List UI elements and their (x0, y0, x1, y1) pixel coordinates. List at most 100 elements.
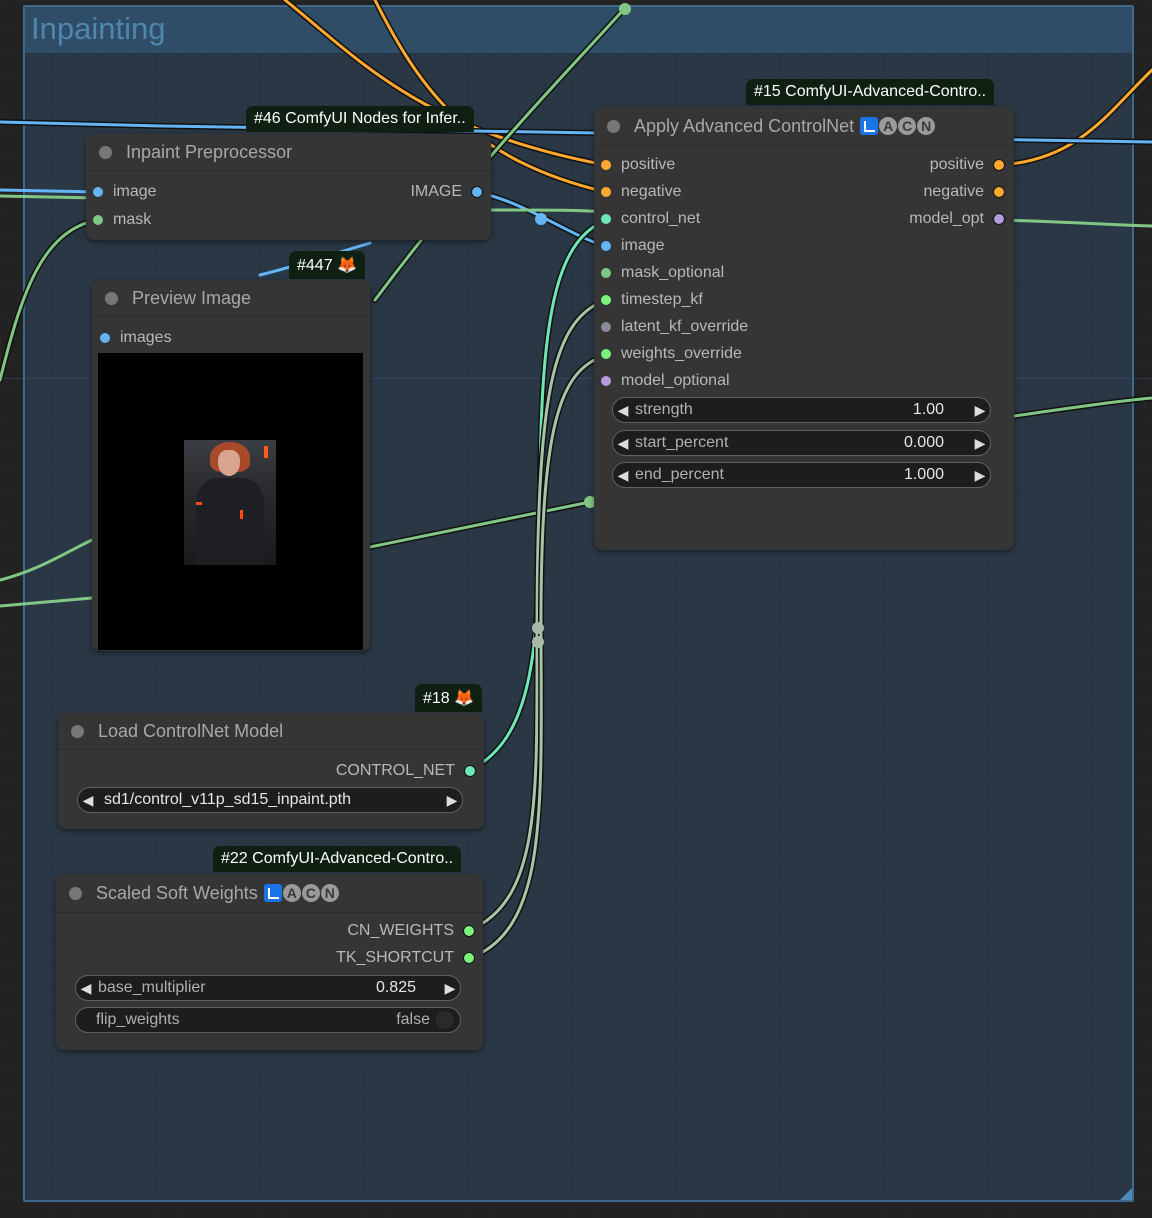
collapse-dot[interactable] (99, 145, 112, 159)
output-slot-negative[interactable]: negative (923, 183, 1005, 201)
slot-label: positive (621, 156, 676, 173)
slot-label: mask (113, 211, 152, 228)
slot-dot[interactable] (601, 322, 611, 332)
widget-value[interactable]: 1.000 (904, 466, 970, 484)
decrement-arrow-icon[interactable]: ◀ (613, 435, 633, 452)
widget-value[interactable]: 0.000 (904, 434, 970, 452)
tag-c-icon: C (898, 117, 917, 135)
custom-node-icon (263, 884, 282, 902)
slot-dot[interactable] (93, 215, 103, 225)
input-slot-latent-kf-override[interactable]: latent_kf_override (601, 318, 748, 336)
widget-base-multiplier[interactable]: ◀ base_multiplier 0.825 ▶ (75, 975, 461, 1001)
widget-start-percent[interactable]: ◀ start_percent 0.000 ▶ (612, 430, 991, 456)
input-slot-mask[interactable]: mask (93, 211, 151, 229)
collapse-dot[interactable] (105, 291, 118, 305)
node-title-bar[interactable]: Scaled Soft Weights A C N (56, 874, 483, 913)
widget-value[interactable]: 0.825 (376, 979, 440, 997)
slot-dot[interactable] (463, 925, 475, 937)
output-slot-control-net[interactable]: CONTROL_NET (336, 762, 476, 780)
slot-dot[interactable] (463, 952, 475, 964)
slot-dot[interactable] (464, 765, 476, 777)
output-slot-image[interactable]: IMAGE (410, 183, 483, 201)
widget-control-net-name[interactable]: ◀ sd1/control_v11p_sd15_inpaint.pth ▶ (77, 787, 463, 813)
slot-dot[interactable] (601, 295, 611, 305)
increment-arrow-icon[interactable]: ▶ (970, 402, 990, 419)
input-slot-images[interactable]: images (100, 329, 172, 347)
preview-thumbnail[interactable] (184, 440, 276, 565)
input-slot-image[interactable]: image (601, 237, 665, 255)
slot-label: control_net (621, 210, 701, 227)
slot-dot[interactable] (471, 186, 483, 198)
slot-dot[interactable] (601, 268, 611, 278)
slot-dot[interactable] (93, 187, 103, 197)
widget-value[interactable]: 1.00 (913, 401, 970, 419)
slot-dot[interactable] (993, 213, 1005, 225)
node-title: Preview Image (132, 287, 252, 308)
slot-dot[interactable] (601, 349, 611, 359)
decrement-arrow-icon[interactable]: ◀ (613, 467, 633, 484)
group-header[interactable]: Inpainting (25, 7, 1132, 53)
input-slot-positive[interactable]: positive (601, 156, 675, 174)
input-slot-weights-override[interactable]: weights_override (601, 345, 742, 363)
tag-a-icon: A (879, 117, 898, 135)
node-title: Scaled Soft Weights (96, 882, 258, 903)
decrement-arrow-icon[interactable]: ◀ (78, 792, 98, 809)
widget-value[interactable]: sd1/control_v11p_sd15_inpaint.pth (98, 791, 442, 809)
input-slot-mask-optional[interactable]: mask_optional (601, 264, 724, 282)
increment-arrow-icon[interactable]: ▶ (440, 980, 460, 997)
input-slot-image[interactable]: image (93, 183, 157, 201)
node-apply-advanced-controlnet[interactable]: Apply Advanced ControlNet A C N positive… (594, 107, 1014, 550)
decrement-arrow-icon[interactable]: ◀ (613, 402, 633, 419)
thumb-glow (196, 502, 202, 505)
output-slot-positive[interactable]: positive (930, 156, 1005, 174)
collapse-dot[interactable] (71, 724, 84, 738)
input-slot-control-net[interactable]: control_net (601, 210, 700, 228)
slot-dot[interactable] (100, 333, 110, 343)
tag-n-icon: N (917, 117, 936, 135)
slot-dot[interactable] (993, 159, 1005, 171)
slot-dot[interactable] (601, 160, 611, 170)
group-resize-handle[interactable] (1120, 1188, 1132, 1200)
widget-strength[interactable]: ◀ strength 1.00 ▶ (612, 397, 991, 423)
slot-dot[interactable] (601, 214, 611, 224)
thumb-figure-face (218, 450, 240, 476)
image-preview[interactable] (98, 353, 363, 650)
thumb-figure-body (196, 478, 264, 565)
node-title-bar[interactable]: Inpaint Preprocessor (86, 134, 491, 171)
increment-arrow-icon[interactable]: ▶ (442, 792, 462, 809)
toggle-switch[interactable] (436, 1011, 454, 1029)
widget-end-percent[interactable]: ◀ end_percent 1.000 ▶ (612, 462, 991, 488)
output-slot-tk-shortcut[interactable]: TK_SHORTCUT (336, 949, 475, 967)
collapse-dot[interactable] (607, 119, 620, 133)
slot-label: weights_override (621, 345, 742, 362)
collapse-dot[interactable] (69, 886, 82, 900)
widget-label: base_multiplier (98, 979, 206, 996)
input-slot-negative[interactable]: negative (601, 183, 682, 201)
node-preview-image[interactable]: Preview Image images (92, 280, 370, 651)
slot-dot[interactable] (993, 186, 1005, 198)
node-title: Apply Advanced ControlNet (634, 115, 855, 136)
slot-label: negative (621, 183, 682, 200)
slot-dot[interactable] (601, 187, 611, 197)
thumb-glow (264, 446, 268, 458)
node-scaled-soft-weights[interactable]: Scaled Soft Weights A C N CN_WEIGHTS TK_… (56, 874, 483, 1050)
slot-label: image (113, 183, 157, 200)
output-slot-cn-weights[interactable]: CN_WEIGHTS (347, 922, 475, 940)
increment-arrow-icon[interactable]: ▶ (970, 435, 990, 452)
input-slot-model-optional[interactable]: model_optional (601, 372, 730, 390)
node-title-bar[interactable]: Load ControlNet Model (58, 713, 484, 750)
node-load-controlnet-model[interactable]: Load ControlNet Model CONTROL_NET ◀ sd1/… (58, 713, 484, 829)
increment-arrow-icon[interactable]: ▶ (970, 467, 990, 484)
slot-dot[interactable] (601, 376, 611, 386)
node-title-bar[interactable]: Apply Advanced ControlNet A C N (594, 107, 1014, 146)
node-title-bar[interactable]: Preview Image (92, 280, 370, 317)
output-slot-model-opt[interactable]: model_opt (909, 210, 1005, 228)
node-badge: #15 ComfyUI-Advanced-Contro.. (746, 79, 995, 105)
slot-label: CONTROL_NET (335, 762, 455, 779)
widget-flip-weights[interactable]: flip_weights false (75, 1007, 461, 1033)
decrement-arrow-icon[interactable]: ◀ (76, 980, 96, 997)
input-slot-timestep-kf[interactable]: timestep_kf (601, 291, 703, 309)
slot-label: negative (923, 183, 985, 200)
node-inpaint-preprocessor[interactable]: Inpaint Preprocessor image mask IMAGE (86, 134, 491, 240)
slot-dot[interactable] (601, 241, 611, 251)
